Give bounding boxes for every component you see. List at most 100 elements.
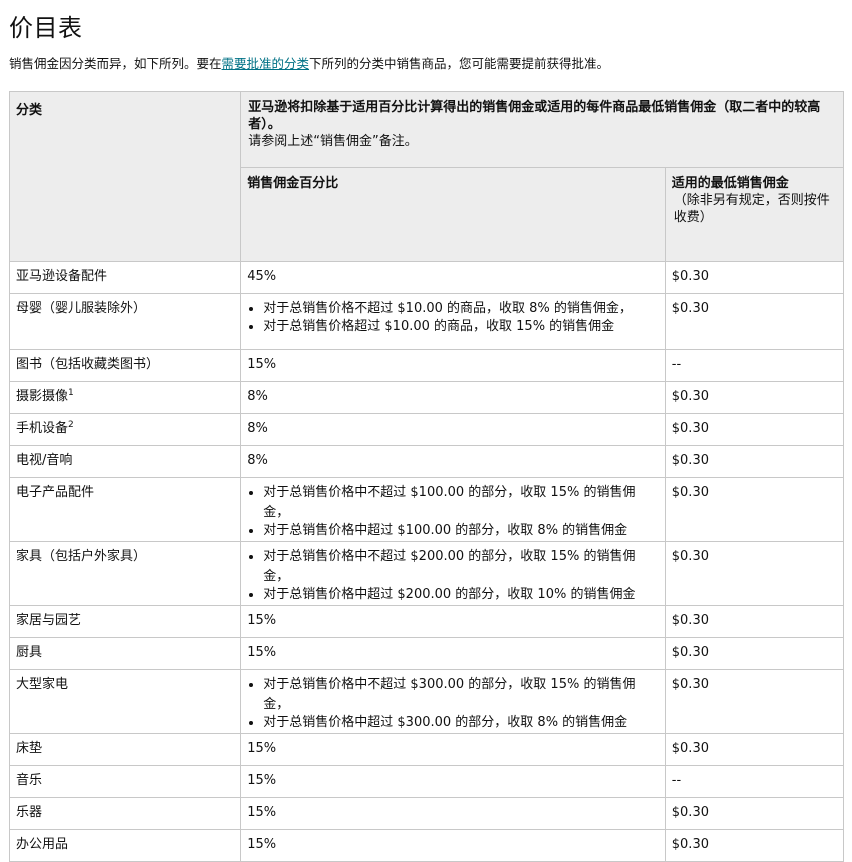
percent-rule-item: 对于总销售价格超过 $10.00 的商品，收取 15% 的销售佣金 — [263, 317, 659, 337]
category-label: 家具（包括户外家具） — [16, 549, 147, 564]
category-cell: 亚马逊设备配件 — [8, 261, 242, 294]
min-fee-cell: -- — [664, 349, 845, 382]
table-row: 母婴（婴儿服装除外） 对于总销售价格不超过 $10.00 的商品，收取 8% 的销… — [8, 293, 845, 350]
page-title: 价目表 — [9, 14, 83, 42]
table-row: 音乐 15% -- — [8, 765, 845, 798]
intro-before: 销售佣金因分类而异，如下所列。要在 — [9, 56, 222, 71]
min-fee-cell: $0.30 — [664, 261, 845, 294]
percent-rule-item: 对于总销售价格中超过 $300.00 的部分，收取 8% 的销售佣金 — [263, 713, 659, 733]
category-cell: 图书（包括收藏类图书） — [8, 349, 242, 382]
header-min-fee: 适用的最低销售佣金 （除非另有规定，否则按件收费） — [664, 167, 845, 262]
table-row: 手机设备2 8% $0.30 — [8, 413, 845, 446]
header-percent-label: 销售佣金百分比 — [247, 176, 339, 191]
category-label: 电子产品配件 — [16, 485, 95, 500]
percent-cell: 对于总销售价格中不超过 $200.00 的部分，收取 15% 的销售佣金，对于总… — [240, 541, 666, 606]
percent-rule-item: 对于总销售价格中超过 $200.00 的部分，收取 10% 的销售佣金 — [263, 585, 659, 605]
table-row: 家具（包括户外家具） 对于总销售价格中不超过 $200.00 的部分，收取 15%… — [8, 541, 845, 606]
percent-cell: 15% — [240, 637, 666, 670]
min-fee-cell: $0.30 — [664, 605, 845, 638]
min-fee-cell: $0.30 — [664, 797, 845, 830]
category-cell: 家居与园艺 — [8, 605, 242, 638]
category-cell: 乐器 — [8, 797, 242, 830]
category-cell: 床垫 — [8, 733, 242, 766]
table-row: 厨具 15% $0.30 — [8, 637, 845, 670]
percent-cell: 对于总销售价格中不超过 $300.00 的部分，收取 15% 的销售佣金，对于总… — [240, 669, 666, 734]
header-fee-rule-text: 亚马逊将扣除基于适用百分比计算得出的销售佣金或适用的每件商品最低销售佣金（取二者… — [248, 100, 821, 132]
table-row: 电视/音响 8% $0.30 — [8, 445, 845, 478]
table-row: 床垫 15% $0.30 — [8, 733, 845, 766]
min-fee-cell: $0.30 — [664, 669, 845, 734]
header-percent: 销售佣金百分比 — [240, 167, 666, 262]
percent-cell: 8% — [240, 445, 666, 478]
category-cell: 家具（包括户外家具） — [8, 541, 242, 606]
percent-rule-item: 对于总销售价格不超过 $10.00 的商品，收取 8% 的销售佣金， — [263, 299, 659, 319]
min-fee-cell: $0.30 — [664, 733, 845, 766]
header-fee-rule: 亚马逊将扣除基于适用百分比计算得出的销售佣金或适用的每件商品最低销售佣金（取二者… — [240, 91, 844, 168]
min-fee-cell: $0.30 — [664, 829, 845, 862]
min-fee-cell: $0.30 — [664, 381, 845, 414]
category-label: 音乐 — [16, 773, 43, 788]
table-row: 办公用品 15% $0.30 — [8, 829, 845, 862]
min-fee-cell: -- — [664, 765, 845, 798]
header-min-fee-note: （除非另有规定，否则按件收费） — [673, 193, 830, 225]
category-cell: 办公用品 — [8, 829, 242, 862]
category-label: 办公用品 — [16, 837, 69, 852]
percent-rule-list: 对于总销售价格中不超过 $200.00 的部分，收取 15% 的销售佣金，对于总… — [247, 547, 659, 605]
percent-rule-list: 对于总销售价格中不超过 $100.00 的部分，收取 15% 的销售佣金，对于总… — [247, 483, 659, 541]
table-row: 家居与园艺 15% $0.30 — [8, 605, 845, 638]
category-label: 摄影摄像 — [16, 389, 69, 404]
category-label: 床垫 — [16, 741, 43, 756]
min-fee-cell: $0.30 — [664, 637, 845, 670]
header-category: 分类 — [8, 91, 242, 262]
min-fee-cell: $0.30 — [664, 541, 845, 606]
intro-after: 下所列的分类中销售商品，您可能需要提前获得批准。 — [309, 56, 610, 71]
table-body: 亚马逊设备配件45%$0.30母婴（婴儿服装除外）对于总销售价格不超过 $10.… — [8, 261, 845, 862]
table-row: 亚马逊设备配件 45% $0.30 — [8, 261, 845, 294]
category-cell: 大型家电 — [8, 669, 242, 734]
percent-cell: 对于总销售价格中不超过 $100.00 的部分，收取 15% 的销售佣金，对于总… — [240, 477, 666, 542]
percent-cell: 15% — [240, 733, 666, 766]
percent-cell: 45% — [240, 261, 666, 294]
category-cell: 音乐 — [8, 765, 242, 798]
approval-categories-link[interactable]: 需要批准的分类 — [222, 56, 310, 71]
category-cell: 摄影摄像1 — [8, 381, 242, 414]
category-label: 厨具 — [16, 645, 43, 660]
percent-cell: 15% — [240, 349, 666, 382]
table-row: 乐器 15% $0.30 — [8, 797, 845, 830]
page: 价目表 销售佣金因分类而异，如下所列。要在需要批准的分类下所列的分类中销售商品，… — [0, 0, 852, 862]
percent-cell: 8% — [240, 381, 666, 414]
category-cell: 厨具 — [8, 637, 242, 670]
intro-text: 销售佣金因分类而异，如下所列。要在需要批准的分类下所列的分类中销售商品，您可能需… — [9, 53, 609, 72]
percent-rule-list: 对于总销售价格不超过 $10.00 的商品，收取 8% 的销售佣金，对于总销售价… — [247, 299, 659, 337]
category-label: 家居与园艺 — [16, 613, 82, 628]
percent-rule-item: 对于总销售价格中不超过 $100.00 的部分，收取 15% 的销售佣金， — [263, 483, 659, 523]
percent-rule-item: 对于总销售价格中不超过 $300.00 的部分，收取 15% 的销售佣金， — [263, 675, 659, 715]
footnote-marker: 2 — [68, 420, 74, 430]
percent-cell: 15% — [240, 605, 666, 638]
category-label: 亚马逊设备配件 — [16, 269, 108, 284]
category-cell: 电子产品配件 — [8, 477, 242, 542]
percent-cell: 15% — [240, 765, 666, 798]
category-label: 手机设备 — [16, 421, 69, 436]
min-fee-cell: $0.30 — [664, 445, 845, 478]
min-fee-cell: $0.30 — [664, 477, 845, 542]
table-row: 图书（包括收藏类图书） 15% -- — [8, 349, 845, 382]
category-cell: 电视/音响 — [8, 445, 242, 478]
table-row: 大型家电 对于总销售价格中不超过 $300.00 的部分，收取 15% 的销售佣金… — [8, 669, 845, 734]
percent-cell: 对于总销售价格不超过 $10.00 的商品，收取 8% 的销售佣金，对于总销售价… — [240, 293, 666, 350]
table-row: 电子产品配件 对于总销售价格中不超过 $100.00 的部分，收取 15% 的销售… — [8, 477, 845, 542]
fee-table: 分类 亚马逊将扣除基于适用百分比计算得出的销售佣金或适用的每件商品最低销售佣金（… — [8, 91, 845, 862]
percent-cell: 15% — [240, 797, 666, 830]
category-cell: 母婴（婴儿服装除外） — [8, 293, 242, 350]
min-fee-cell: $0.30 — [664, 413, 845, 446]
header-fee-rule-note: 请参阅上述“销售佣金”备注。 — [248, 134, 418, 149]
category-cell: 手机设备2 — [8, 413, 242, 446]
percent-cell: 8% — [240, 413, 666, 446]
category-label: 大型家电 — [16, 677, 69, 692]
category-label: 图书（包括收藏类图书） — [16, 357, 160, 372]
footnote-marker: 1 — [68, 388, 74, 398]
percent-cell: 15% — [240, 829, 666, 862]
percent-rule-list: 对于总销售价格中不超过 $300.00 的部分，收取 15% 的销售佣金，对于总… — [247, 675, 659, 733]
category-label: 电视/音响 — [16, 453, 73, 468]
percent-rule-item: 对于总销售价格中不超过 $200.00 的部分，收取 15% 的销售佣金， — [263, 547, 659, 587]
